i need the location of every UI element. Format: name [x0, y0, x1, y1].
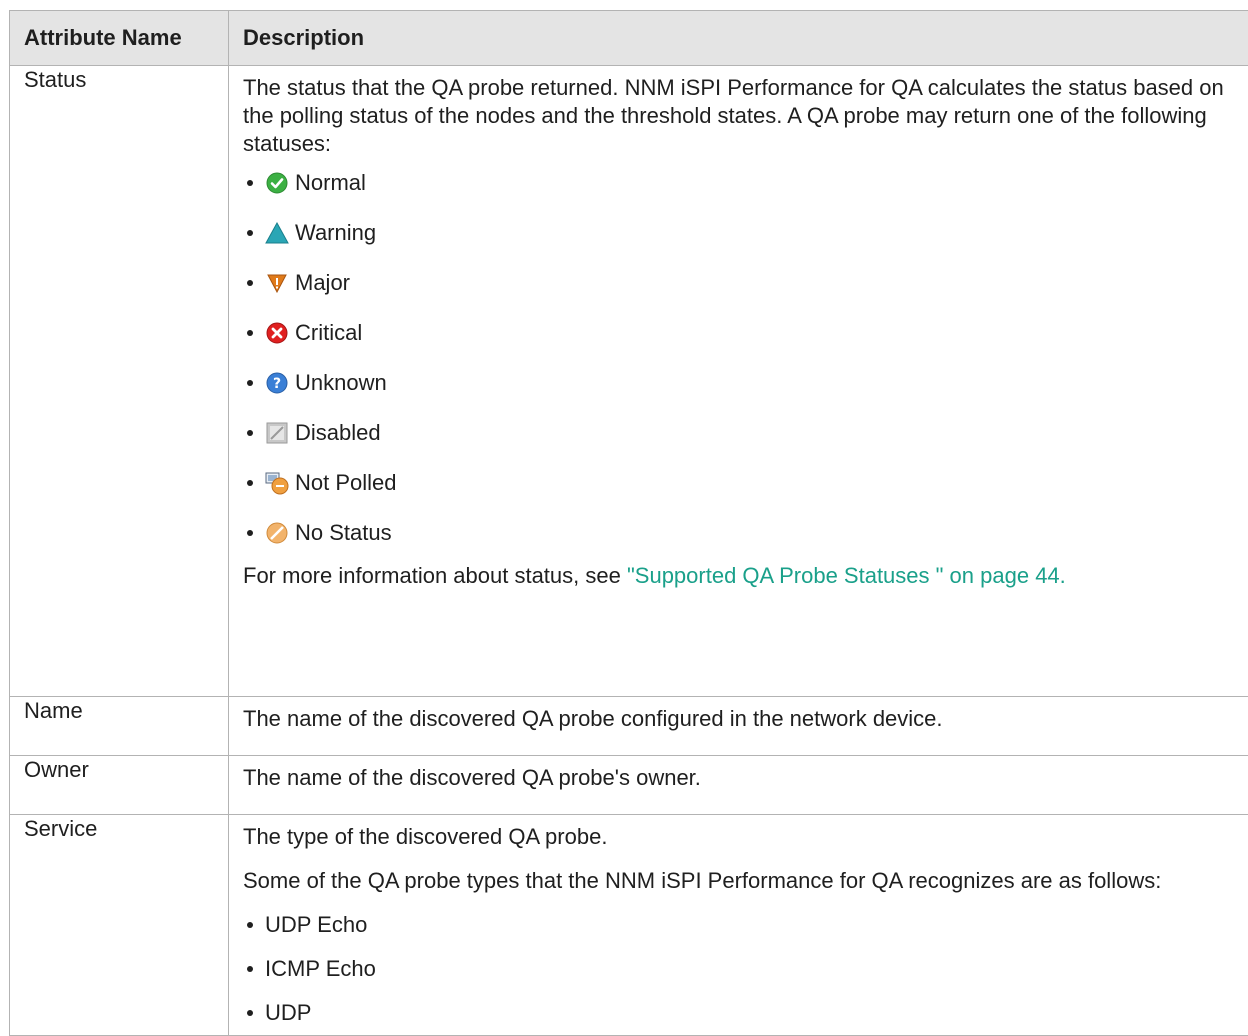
description-service: The type of the discovered QA probe. Som…: [229, 815, 1248, 1036]
list-item: UDP Echo: [243, 903, 1248, 947]
status-label: Warning: [295, 219, 376, 247]
attribute-name-name: Name: [10, 697, 229, 756]
table-header-row: Attribute Name Description: [10, 11, 1248, 66]
table-row-name: Name The name of the discovered QA probe…: [10, 697, 1248, 756]
status-item-no-status: No Status: [243, 508, 1248, 558]
list-item: ICMP Echo: [243, 947, 1248, 991]
bullet: [247, 480, 253, 486]
status-item-critical: Critical: [243, 308, 1248, 358]
attribute-table: Attribute Name Description Status The st…: [9, 10, 1248, 1036]
probe-type-list: UDP Echo ICMP Echo UDP: [243, 903, 1248, 1035]
bullet: [247, 1010, 253, 1016]
bullet: [247, 280, 253, 286]
table-row-service: Service The type of the discovered QA pr…: [10, 815, 1248, 1036]
table-row-owner: Owner The name of the discovered QA prob…: [10, 756, 1248, 815]
probe-type-label: UDP Echo: [265, 911, 367, 939]
status-label: Not Polled: [295, 469, 397, 497]
status-intro: The status that the QA probe returned. N…: [243, 74, 1238, 158]
status-list: Normal Warning Major: [243, 158, 1248, 558]
list-item: UDP: [243, 991, 1248, 1035]
no-status-icon: [265, 521, 289, 545]
status-label: Unknown: [295, 369, 387, 397]
more-info-prefix: For more information about status, see: [243, 563, 627, 588]
status-item-disabled: Disabled: [243, 408, 1248, 458]
bullet: [247, 230, 253, 236]
attribute-name-status: Status: [10, 66, 229, 697]
service-description: The type of the discovered QA probe.: [243, 823, 1238, 851]
bullet: [247, 530, 253, 536]
header-description: Description: [229, 11, 1248, 66]
probe-type-label: UDP: [265, 999, 311, 1027]
status-item-unknown: ? Unknown: [243, 358, 1248, 408]
status-label: Major: [295, 269, 350, 297]
header-attribute-name: Attribute Name: [10, 11, 229, 66]
description-owner: The name of the discovered QA probe's ow…: [229, 756, 1248, 815]
status-label: Disabled: [295, 419, 381, 447]
bullet: [247, 330, 253, 336]
critical-x-icon: [265, 321, 289, 345]
bullet: [247, 180, 253, 186]
status-label: No Status: [295, 519, 392, 547]
status-item-normal: Normal: [243, 158, 1248, 208]
status-more-info: For more information about status, see "…: [243, 562, 1238, 590]
status-item-not-polled: Not Polled: [243, 458, 1248, 508]
unknown-question-icon: ?: [265, 371, 289, 395]
service-types-intro: Some of the QA probe types that the NNM …: [243, 867, 1238, 895]
major-down-triangle-icon: [265, 271, 289, 295]
disabled-slash-icon: [265, 421, 289, 445]
bullet: [247, 430, 253, 436]
not-polled-icon: [265, 471, 289, 495]
description-name: The name of the discovered QA probe conf…: [229, 697, 1248, 756]
warning-triangle-icon: [265, 221, 289, 245]
attribute-name-owner: Owner: [10, 756, 229, 815]
svg-text:?: ?: [273, 376, 281, 392]
table-row-status: Status The status that the QA probe retu…: [10, 66, 1248, 697]
description-status: The status that the QA probe returned. N…: [229, 66, 1248, 697]
normal-check-icon: [265, 171, 289, 195]
bullet: [247, 380, 253, 386]
bullet: [247, 922, 253, 928]
bullet: [247, 966, 253, 972]
status-item-warning: Warning: [243, 208, 1248, 258]
supported-statuses-link[interactable]: "Supported QA Probe Statuses " on page 4…: [627, 563, 1066, 588]
probe-type-label: ICMP Echo: [265, 955, 376, 983]
status-label: Normal: [295, 169, 366, 197]
attribute-name-service: Service: [10, 815, 229, 1036]
status-item-major: Major: [243, 258, 1248, 308]
status-label: Critical: [295, 319, 362, 347]
